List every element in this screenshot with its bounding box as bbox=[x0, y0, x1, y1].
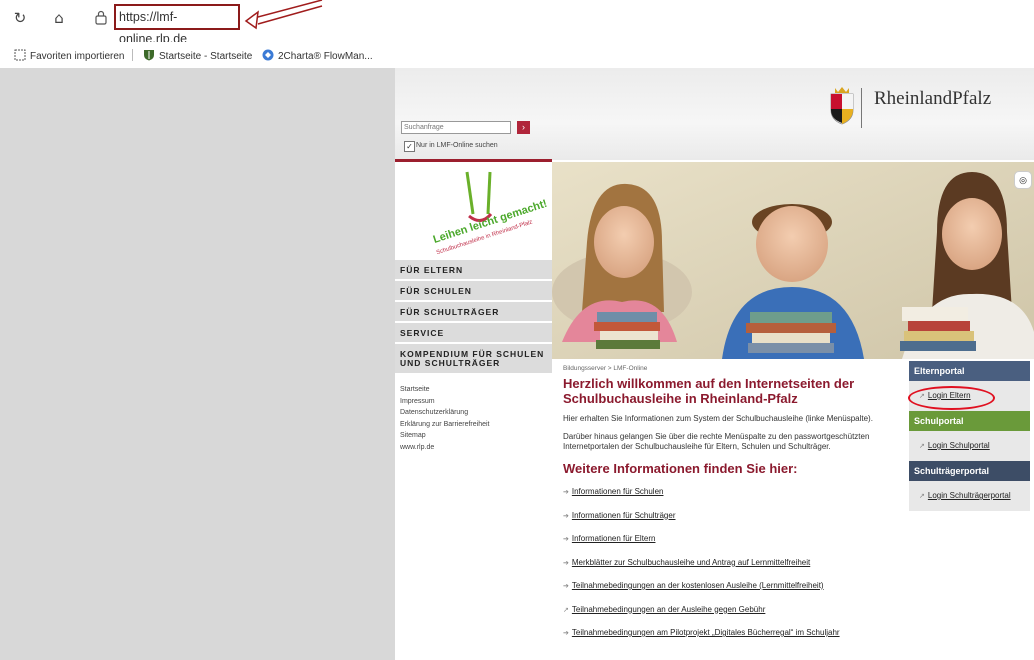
nav-kompendium[interactable]: KOMPENDIUM FÜR SCHULEN UND SCHULTRÄGER bbox=[395, 344, 552, 374]
portal-paragraph: Darüber hinaus gelangen Sie über die rec… bbox=[563, 432, 870, 451]
arrow-right-icon: ➔ bbox=[563, 536, 569, 543]
external-link-icon: ↗ bbox=[919, 493, 925, 500]
globe-icon bbox=[262, 49, 274, 61]
favorite-import[interactable]: Favoriten importieren bbox=[14, 49, 124, 62]
link-label: Informationen für Schulen bbox=[571, 487, 664, 496]
external-link-icon: ↗ bbox=[919, 443, 925, 450]
home-icon[interactable]: ⌂ bbox=[50, 9, 68, 27]
annotation-arrow bbox=[244, 0, 323, 30]
favorites-bar: Favoriten importieren Startseite - Start… bbox=[0, 42, 1034, 68]
page-title: Herzlich willkommen auf den Internetseit… bbox=[563, 376, 855, 406]
annotation-circle bbox=[908, 386, 995, 410]
link-teilnahme-gebuehr[interactable]: ↗ Teilnahmebedingungen an der Ausleihe ge… bbox=[563, 605, 883, 614]
link-sitemap[interactable]: Sitemap bbox=[400, 430, 489, 442]
nav-schultraeger[interactable]: FÜR SCHULTRÄGER bbox=[395, 302, 552, 322]
favorite-label: 2Charta® FlowMan... bbox=[278, 51, 373, 62]
external-link-icon: ↗ bbox=[563, 606, 569, 614]
link-datenschutz[interactable]: Datenschutzerklärung bbox=[400, 407, 489, 419]
nav-schulen[interactable]: FÜR SCHULEN bbox=[395, 281, 552, 301]
link-label: Login Schulträgerportal bbox=[927, 491, 1011, 500]
link-label: Teilnahmebedingungen an der Ausleihe geg… bbox=[571, 604, 766, 614]
visual-search-icon[interactable]: ◎ bbox=[1014, 171, 1032, 189]
mascot-logo[interactable]: Leihen leicht gemacht! Schulbuchausleihe… bbox=[395, 162, 552, 260]
logo-text: RheinlandPfalz bbox=[874, 88, 992, 109]
schulportal-header: Schulportal bbox=[909, 411, 1030, 431]
left-column: Leihen leicht gemacht! Schulbuchausleihe… bbox=[395, 162, 552, 660]
login-schulportal-link[interactable]: ↗ Login Schulportal bbox=[909, 431, 1030, 461]
intro-paragraph: Hier erhalten Sie Informationen zum Syst… bbox=[563, 414, 873, 423]
link-label: Informationen für Schulträger bbox=[571, 510, 676, 520]
link-label: Informationen für Eltern bbox=[571, 534, 656, 543]
site-header: Suchanfrage › ✓ Nur in LMF-Online suchen… bbox=[395, 68, 1034, 160]
link-info-schultraeger[interactable]: ➔ Informationen für Schulträger bbox=[563, 511, 883, 520]
refresh-icon[interactable]: ↻ bbox=[11, 9, 29, 27]
link-info-schulen[interactable]: ➔ Informationen für Schulen bbox=[563, 487, 883, 496]
portal-column: Elternportal ↗ Login Eltern Schulportal ↗… bbox=[909, 361, 1030, 511]
link-info-eltern[interactable]: ➔ Informationen für Eltern bbox=[563, 534, 883, 543]
schultraegerportal-header: Schulträgerportal bbox=[909, 461, 1030, 481]
nav-service[interactable]: SERVICE bbox=[395, 323, 552, 343]
arrow-right-icon: ➔ bbox=[563, 583, 569, 590]
import-icon bbox=[14, 49, 26, 61]
link-teilnahme-pilot[interactable]: ➔ Teilnahmebedingungen am Pilotprojekt „D… bbox=[563, 628, 883, 637]
page-background-left bbox=[0, 68, 395, 660]
logo-separator bbox=[861, 88, 862, 128]
crest-icon bbox=[830, 87, 854, 125]
favorite-label: Favoriten importieren bbox=[30, 51, 125, 62]
arrow-right-icon: ➔ bbox=[563, 630, 569, 637]
link-merkblaetter[interactable]: ➔ Merkblätter zur Schulbuchausleihe und A… bbox=[563, 558, 883, 567]
link-barrierefreiheit[interactable]: Erklärung zur Barrierefreiheit bbox=[400, 419, 489, 431]
search-button[interactable]: › bbox=[517, 121, 530, 134]
favorite-startseite[interactable]: Startseite - Startseite bbox=[143, 49, 252, 62]
browser-toolbar: ↻ ⌂ https://lmf-online.rlp.de bbox=[0, 0, 1034, 46]
info-heading: Weitere Informationen finden Sie hier: bbox=[563, 461, 798, 476]
nav-kompendium-line2: UND SCHULTRÄGER bbox=[400, 358, 501, 368]
favorite-charta[interactable]: 2Charta® FlowMan... bbox=[262, 49, 373, 62]
link-label: Teilnahmebedingungen an der kostenlosen … bbox=[571, 581, 824, 590]
favorite-label: Startseite - Startseite bbox=[159, 51, 253, 62]
lock-icon[interactable] bbox=[94, 10, 108, 25]
main-content: Bildungsserver > LMF-Online Herzlich wil… bbox=[563, 365, 883, 652]
arrow-right-icon: ➔ bbox=[563, 559, 569, 567]
shield-icon bbox=[143, 49, 155, 61]
search-input[interactable]: Suchanfrage bbox=[401, 121, 511, 134]
link-label: Merkblätter zur Schulbuchausleihe und An… bbox=[571, 557, 811, 567]
search-scope-checkbox[interactable]: ✓ bbox=[404, 141, 415, 152]
link-label: Teilnahmebedingungen am Pilotprojekt „Di… bbox=[571, 628, 840, 637]
footer-links: Startseite Impressum Datenschutzerklärun… bbox=[400, 384, 489, 454]
hero-image bbox=[552, 162, 1034, 359]
link-teilnahme-kostenlos[interactable]: ➔ Teilnahmebedingungen an der kostenlosen… bbox=[563, 581, 883, 590]
nav-eltern[interactable]: FÜR ELTERN bbox=[395, 260, 552, 280]
website: Suchanfrage › ✓ Nur in LMF-Online suchen… bbox=[395, 68, 1034, 660]
link-rlp[interactable]: www.rlp.de bbox=[400, 442, 489, 454]
breadcrumb[interactable]: Bildungsserver > LMF-Online bbox=[563, 365, 883, 372]
divider bbox=[132, 49, 133, 61]
login-schultraeger-link[interactable]: ↗ Login Schulträgerportal bbox=[909, 481, 1030, 511]
link-label: Login Schulportal bbox=[927, 441, 990, 450]
arrow-right-icon: ➔ bbox=[563, 512, 569, 520]
search-scope-label: Nur in LMF-Online suchen bbox=[416, 142, 498, 149]
link-impressum[interactable]: Impressum bbox=[400, 396, 489, 408]
arrow-right-icon: ➔ bbox=[563, 489, 569, 496]
link-startseite[interactable]: Startseite bbox=[400, 384, 489, 396]
elternportal-header: Elternportal bbox=[909, 361, 1030, 381]
address-bar[interactable]: https://lmf-online.rlp.de bbox=[114, 4, 240, 46]
